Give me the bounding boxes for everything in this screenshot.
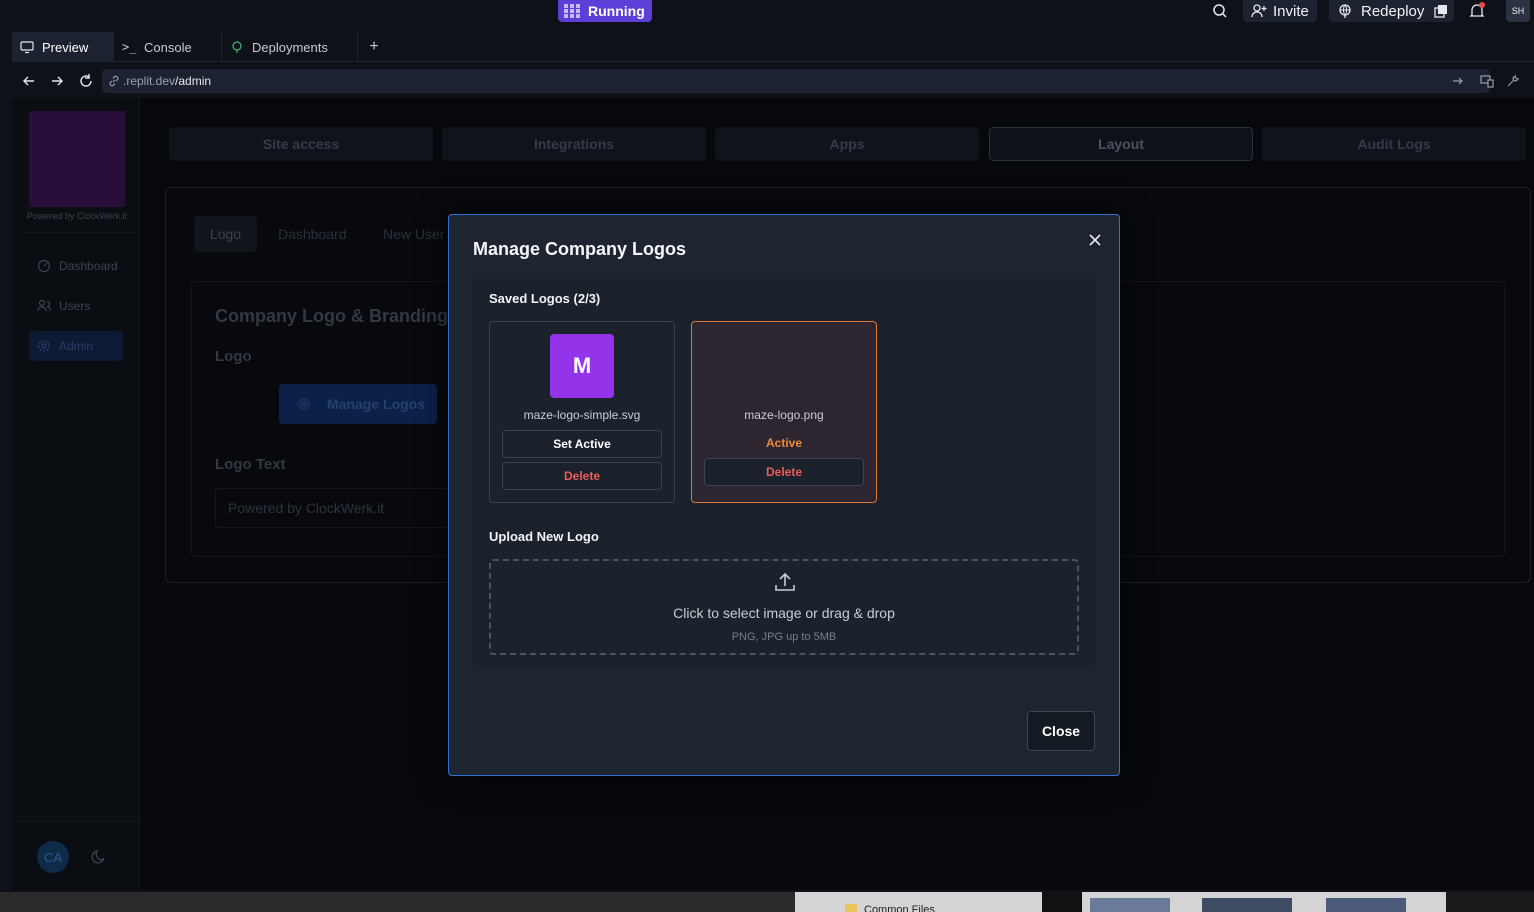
deploy-icon (232, 41, 242, 53)
gear-icon (298, 398, 310, 410)
moon-icon[interactable] (91, 849, 107, 865)
globe-icon (1339, 4, 1351, 18)
subtab-dashboard[interactable]: Dashboard (278, 226, 347, 242)
tab-label: Preview (42, 39, 89, 55)
redeploy-label: Redeploy (1361, 2, 1425, 20)
taskbar-thumb[interactable] (1446, 892, 1534, 912)
open-external-icon[interactable] (1452, 75, 1464, 87)
dropzone-text: Click to select image or drag & drop (673, 605, 895, 621)
terminal-icon: >_ (122, 40, 137, 54)
wrench-icon[interactable] (1506, 74, 1520, 88)
branding-title: Company Logo & Branding (215, 306, 448, 326)
copy-icon[interactable] (1428, 0, 1454, 22)
invite-label: Invite (1273, 2, 1309, 20)
monitor-icon (20, 41, 34, 54)
logo-filename: maze-logo-simple.svg (523, 408, 641, 422)
os-taskbar: Common Files (0, 892, 1534, 912)
run-button[interactable]: Running (558, 0, 652, 22)
gear-icon (38, 340, 50, 352)
devices-icon[interactable] (1480, 74, 1494, 88)
tab-integrations[interactable]: Integrations (442, 127, 706, 161)
active-status: Active (765, 436, 803, 450)
tab-layout[interactable]: Layout (989, 127, 1253, 161)
delete-button[interactable]: Delete (502, 462, 662, 490)
delete-button[interactable]: Delete (704, 458, 864, 486)
tab-apps[interactable]: Apps (715, 127, 979, 161)
address-bar: .replit.dev/admin (12, 66, 1534, 96)
sidebar-item-label: Admin (59, 339, 94, 353)
logo-text-input[interactable]: Powered by ClockWerk.it (215, 488, 475, 528)
tab-label: Deployments (252, 39, 328, 55)
upload-heading: Upload New Logo (489, 529, 599, 544)
tab-audit-logs[interactable]: Audit Logs (1262, 127, 1526, 161)
add-tab-button[interactable]: + (358, 32, 390, 62)
manage-logos-label: Manage Logos (327, 396, 426, 412)
gauge-icon (37, 259, 51, 273)
sidebar-item-users[interactable]: Users (29, 291, 123, 321)
taskbar-thumb[interactable] (1090, 898, 1170, 912)
back-icon[interactable] (22, 74, 36, 88)
taskbar-thumb[interactable] (1326, 898, 1406, 912)
link-icon (109, 75, 119, 87)
sidebar-item-label: Dashboard (59, 259, 118, 273)
taskbar-thumb[interactable] (1202, 898, 1292, 912)
reload-icon[interactable] (78, 73, 94, 89)
company-logo (29, 111, 125, 207)
user-avatar[interactable]: SH (1506, 0, 1530, 22)
search-icon[interactable] (1212, 0, 1228, 22)
url-host: .replit.dev (123, 74, 176, 88)
logo-text-heading: Logo Text (215, 456, 286, 473)
close-icon[interactable] (1087, 232, 1103, 248)
url-field[interactable]: .replit.dev/admin (102, 69, 1490, 93)
bell-icon[interactable] (1468, 0, 1486, 22)
run-label: Running (588, 3, 645, 19)
sidebar-item-dashboard[interactable]: Dashboard (29, 251, 123, 281)
logo-card-active: maze-logo.png Active Delete (691, 321, 877, 503)
folder-icon (845, 904, 857, 912)
sidebar-item-label: Users (59, 299, 91, 313)
set-active-button[interactable]: Set Active (502, 430, 662, 458)
subtab-new-user[interactable]: New User (383, 226, 444, 242)
invite-button[interactable]: Invite (1243, 0, 1317, 22)
url-path: /admin (175, 74, 212, 88)
forward-icon[interactable] (50, 74, 64, 88)
tab-label: Console (144, 39, 192, 55)
saved-logos-heading: Saved Logos (2/3) (489, 291, 601, 306)
app-sidebar: Powered by ClockWerk.it Dashboard Users … (12, 98, 140, 890)
dialog-title: Manage Company Logos (473, 239, 687, 259)
tab-console[interactable]: >_ Console (114, 32, 222, 62)
divider (20, 232, 134, 233)
sidebar-item-admin[interactable]: Admin (29, 331, 123, 361)
tab-deployments[interactable]: Deployments (222, 32, 358, 62)
pane-tabbar: Preview >_ Console Deployments + (12, 32, 1534, 62)
logo-caption: Powered by ClockWerk.it (26, 211, 128, 221)
logo-heading: Logo (215, 348, 252, 365)
tab-preview[interactable]: Preview (12, 32, 114, 62)
divider (12, 821, 140, 822)
users-icon (37, 299, 51, 312)
taskbar-thumb[interactable] (1042, 892, 1082, 912)
upload-icon (775, 572, 795, 591)
upload-dropzone[interactable]: Click to select image or drag & drop PNG… (489, 559, 1079, 655)
close-button[interactable]: Close (1027, 711, 1095, 751)
subtab-logo[interactable]: Logo (194, 216, 257, 252)
taskbar-folder-label[interactable]: Common Files (864, 904, 935, 912)
manage-logos-dialog: Manage Company Logos Saved Logos (2/3) M… (448, 214, 1120, 776)
user-plus-icon (1251, 4, 1267, 18)
user-avatar[interactable]: CA (37, 841, 69, 873)
redeploy-button[interactable]: Redeploy (1329, 0, 1433, 22)
tab-site-access[interactable]: Site access (169, 127, 433, 161)
logo-thumbnail: M (550, 334, 614, 398)
grid-icon (564, 4, 580, 18)
taskbar-area (0, 892, 795, 912)
ide-topbar: Running Invite Redeploy SH (0, 0, 1534, 30)
logo-filename: maze-logo.png (744, 408, 824, 422)
dropzone-hint: PNG, JPG up to 5MB (731, 631, 837, 643)
logo-card: M maze-logo-simple.svg Set Active Delete (489, 321, 675, 503)
dialog-body: Saved Logos (2/3) M maze-logo-simple.svg… (473, 273, 1095, 669)
manage-logos-button[interactable]: Manage Logos (279, 384, 437, 424)
